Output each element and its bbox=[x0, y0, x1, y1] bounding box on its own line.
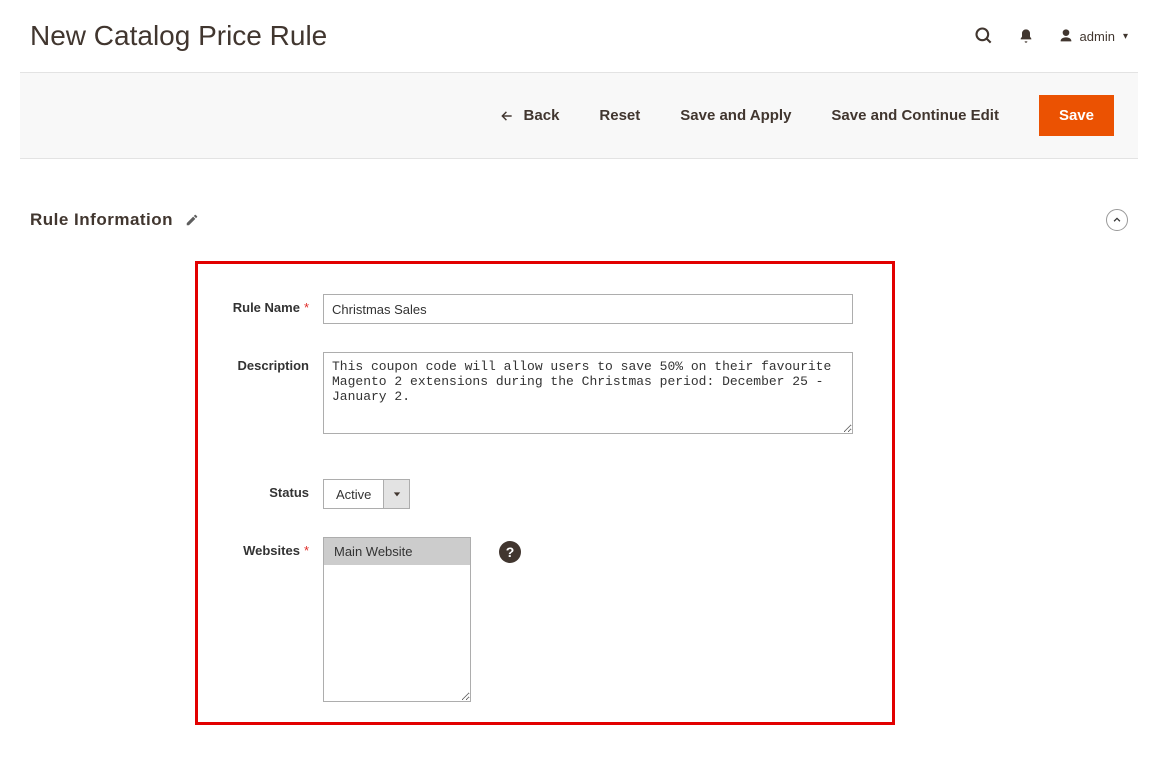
highlighted-form-area: Rule Name* Description This coupon code … bbox=[195, 261, 895, 725]
arrow-left-icon bbox=[498, 109, 516, 123]
notifications-icon[interactable] bbox=[1018, 27, 1034, 45]
save-and-apply-button[interactable]: Save and Apply bbox=[680, 107, 791, 124]
back-label: Back bbox=[524, 107, 560, 124]
required-mark: * bbox=[304, 300, 309, 315]
websites-label: Websites* bbox=[218, 537, 323, 558]
rule-name-row: Rule Name* bbox=[218, 294, 872, 324]
reset-button[interactable]: Reset bbox=[599, 107, 640, 124]
header-icons: admin ▾ bbox=[974, 26, 1128, 46]
chevron-down-icon: ▾ bbox=[1123, 31, 1128, 42]
websites-row: Websites* Main Website ? bbox=[218, 537, 872, 702]
save-and-continue-button[interactable]: Save and Continue Edit bbox=[831, 107, 999, 124]
description-row: Description This coupon code will allow … bbox=[218, 352, 872, 439]
page-title: New Catalog Price Rule bbox=[30, 20, 327, 52]
required-mark: * bbox=[304, 543, 309, 558]
edit-icon[interactable] bbox=[185, 213, 199, 227]
section-header: Rule Information bbox=[20, 209, 1138, 231]
save-button[interactable]: Save bbox=[1039, 95, 1114, 136]
status-select[interactable]: Active bbox=[323, 479, 410, 509]
help-icon[interactable]: ? bbox=[499, 541, 521, 563]
websites-multiselect[interactable]: Main Website bbox=[323, 537, 471, 702]
status-value: Active bbox=[324, 480, 383, 508]
search-icon[interactable] bbox=[974, 26, 994, 46]
rule-name-input[interactable] bbox=[323, 294, 853, 324]
rule-name-label: Rule Name* bbox=[218, 294, 323, 315]
status-dropdown-button[interactable] bbox=[383, 480, 409, 508]
collapse-toggle[interactable] bbox=[1106, 209, 1128, 231]
page-header: New Catalog Price Rule admin ▾ bbox=[20, 0, 1138, 62]
websites-option-main[interactable]: Main Website bbox=[324, 538, 470, 565]
back-button[interactable]: Back bbox=[498, 107, 560, 124]
caret-down-icon bbox=[393, 490, 401, 498]
admin-account-menu[interactable]: admin ▾ bbox=[1058, 28, 1128, 44]
section-title: Rule Information bbox=[30, 210, 173, 230]
status-label: Status bbox=[218, 479, 323, 500]
user-icon bbox=[1058, 28, 1074, 44]
status-row: Status Active bbox=[218, 479, 872, 509]
description-input[interactable]: This coupon code will allow users to sav… bbox=[323, 352, 853, 434]
action-bar: Back Reset Save and Apply Save and Conti… bbox=[20, 72, 1138, 159]
section-title-block: Rule Information bbox=[30, 210, 199, 230]
chevron-up-icon bbox=[1112, 215, 1122, 225]
description-label: Description bbox=[218, 352, 323, 373]
admin-username: admin bbox=[1080, 29, 1115, 44]
